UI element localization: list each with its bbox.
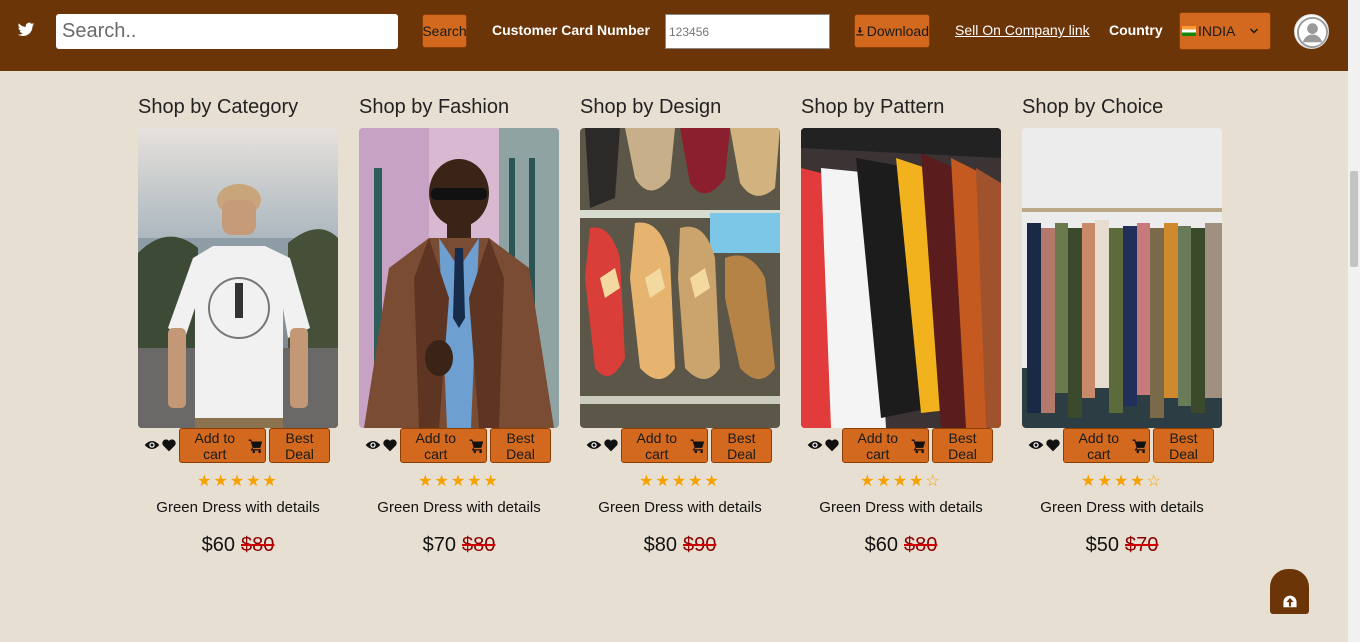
twitter-icon[interactable] bbox=[17, 21, 35, 39]
section-title: Shop by Category bbox=[138, 96, 299, 118]
download-label: Download bbox=[866, 23, 929, 39]
avatar[interactable] bbox=[1294, 14, 1329, 49]
chevron-down-icon bbox=[1249, 28, 1259, 34]
best-deal-button[interactable]: Best Deal bbox=[269, 428, 330, 463]
price: $50 bbox=[1085, 534, 1119, 556]
product-actions: Add to cart Best Deal bbox=[138, 428, 338, 464]
product-image-clothes-rack[interactable] bbox=[1022, 128, 1222, 428]
old-price: $80 bbox=[904, 534, 938, 556]
product-card-design: Shop by Design Add to cart Best Deal ★★★… bbox=[580, 96, 780, 557]
price: $70 bbox=[422, 534, 456, 556]
product-name: Green Dress with details bbox=[1040, 499, 1204, 516]
eye-icon[interactable] bbox=[807, 438, 823, 452]
add-to-cart-label: Add to cart bbox=[857, 429, 898, 462]
old-price: $80 bbox=[462, 534, 496, 556]
rating-stars: ★★★★☆ bbox=[1081, 473, 1163, 490]
old-price: $70 bbox=[1125, 534, 1159, 556]
section-title: Shop by Fashion bbox=[359, 96, 510, 118]
add-to-cart-button[interactable]: Add to cart bbox=[179, 428, 266, 463]
price-row: $80 $90 bbox=[580, 534, 780, 557]
price-row: $60 $80 bbox=[801, 534, 1001, 557]
add-to-cart-button[interactable]: Add to cart bbox=[621, 428, 708, 463]
cart-icon bbox=[1132, 439, 1146, 453]
add-to-cart-label: Add to cart bbox=[194, 429, 235, 462]
customer-card-input[interactable] bbox=[665, 14, 830, 49]
product-image-shirts-rack[interactable] bbox=[801, 128, 1001, 428]
product-card-category: Shop by Category Add to cart Best Deal ★… bbox=[138, 96, 338, 557]
add-to-cart-button[interactable]: Add to cart bbox=[400, 428, 487, 463]
scrollbar-thumb[interactable] bbox=[1350, 171, 1358, 267]
product-actions: Add to cart Best Deal bbox=[359, 428, 559, 464]
product-name: Green Dress with details bbox=[377, 499, 541, 516]
old-price: $90 bbox=[683, 534, 717, 556]
section-title: Shop by Choice bbox=[1022, 96, 1164, 118]
cart-icon bbox=[690, 439, 704, 453]
download-button[interactable]: Download bbox=[854, 14, 930, 48]
top-navbar: Search Customer Card Number Download Sel… bbox=[0, 0, 1348, 71]
rating-stars: ★★★★☆ bbox=[860, 473, 942, 490]
rating-stars: ★★★★★ bbox=[418, 473, 500, 490]
cart-icon bbox=[248, 439, 262, 453]
arrow-up-circle-icon bbox=[1282, 595, 1297, 608]
india-flag-icon bbox=[1182, 26, 1196, 36]
product-name: Green Dress with details bbox=[819, 499, 983, 516]
country-select[interactable]: INDIA bbox=[1179, 12, 1271, 50]
eye-icon[interactable] bbox=[586, 438, 602, 452]
search-input[interactable] bbox=[56, 14, 398, 49]
price: $60 bbox=[201, 534, 235, 556]
section-title: Shop by Design bbox=[580, 96, 722, 118]
add-to-cart-button[interactable]: Add to cart bbox=[1063, 428, 1150, 463]
heart-icon[interactable] bbox=[383, 439, 397, 452]
product-name: Green Dress with details bbox=[156, 499, 320, 516]
heart-icon[interactable] bbox=[825, 439, 839, 452]
eye-icon[interactable] bbox=[144, 438, 160, 452]
product-card-pattern: Shop by Pattern Add to cart Best Deal ★★… bbox=[801, 96, 1001, 557]
add-to-cart-button[interactable]: Add to cart bbox=[842, 428, 929, 463]
country-label: Country bbox=[1109, 22, 1163, 38]
sell-on-company-link[interactable]: Sell On Company link bbox=[955, 22, 1090, 38]
eye-icon[interactable] bbox=[365, 438, 381, 452]
product-image-sandals[interactable] bbox=[580, 128, 780, 428]
download-icon bbox=[856, 26, 864, 36]
price-row: $70 $80 bbox=[359, 534, 559, 557]
product-card-choice: Shop by Choice Add to cart Best Deal ★★★… bbox=[1022, 96, 1222, 557]
eye-icon[interactable] bbox=[1028, 438, 1044, 452]
heart-icon[interactable] bbox=[1046, 439, 1060, 452]
price: $80 bbox=[643, 534, 677, 556]
heart-icon[interactable] bbox=[604, 439, 618, 452]
product-name: Green Dress with details bbox=[598, 499, 762, 516]
product-card-fashion: Shop by Fashion Add to cart Best Deal ★★… bbox=[359, 96, 559, 557]
product-actions: Add to cart Best Deal bbox=[801, 428, 1001, 464]
heart-icon[interactable] bbox=[162, 439, 176, 452]
price: $60 bbox=[864, 534, 898, 556]
best-deal-button[interactable]: Best Deal bbox=[1153, 428, 1214, 463]
product-image-leather-jacket[interactable] bbox=[359, 128, 559, 428]
cart-icon bbox=[911, 439, 925, 453]
cart-icon bbox=[469, 439, 483, 453]
rating-stars: ★★★★★ bbox=[197, 473, 279, 490]
product-actions: Add to cart Best Deal bbox=[1022, 428, 1222, 464]
price-row: $50 $70 bbox=[1022, 534, 1222, 557]
best-deal-button[interactable]: Best Deal bbox=[490, 428, 551, 463]
best-deal-button[interactable]: Best Deal bbox=[711, 428, 772, 463]
add-to-cart-label: Add to cart bbox=[1078, 429, 1119, 462]
search-button[interactable]: Search bbox=[422, 14, 467, 48]
price-row: $60 $80 bbox=[138, 534, 338, 557]
section-title: Shop by Pattern bbox=[801, 96, 945, 118]
add-to-cart-label: Add to cart bbox=[415, 429, 456, 462]
customer-card-label: Customer Card Number bbox=[492, 22, 650, 38]
old-price: $80 bbox=[241, 534, 275, 556]
scrollbar-track[interactable] bbox=[1348, 0, 1360, 642]
product-image-tshirt-man[interactable] bbox=[138, 128, 338, 428]
product-actions: Add to cart Best Deal bbox=[580, 428, 780, 464]
add-to-cart-label: Add to cart bbox=[636, 429, 677, 462]
country-value: INDIA bbox=[1198, 23, 1236, 39]
back-to-top-button[interactable] bbox=[1270, 569, 1309, 614]
rating-stars: ★★★★★ bbox=[639, 473, 721, 490]
best-deal-button[interactable]: Best Deal bbox=[932, 428, 993, 463]
avatar-icon bbox=[1296, 16, 1328, 48]
